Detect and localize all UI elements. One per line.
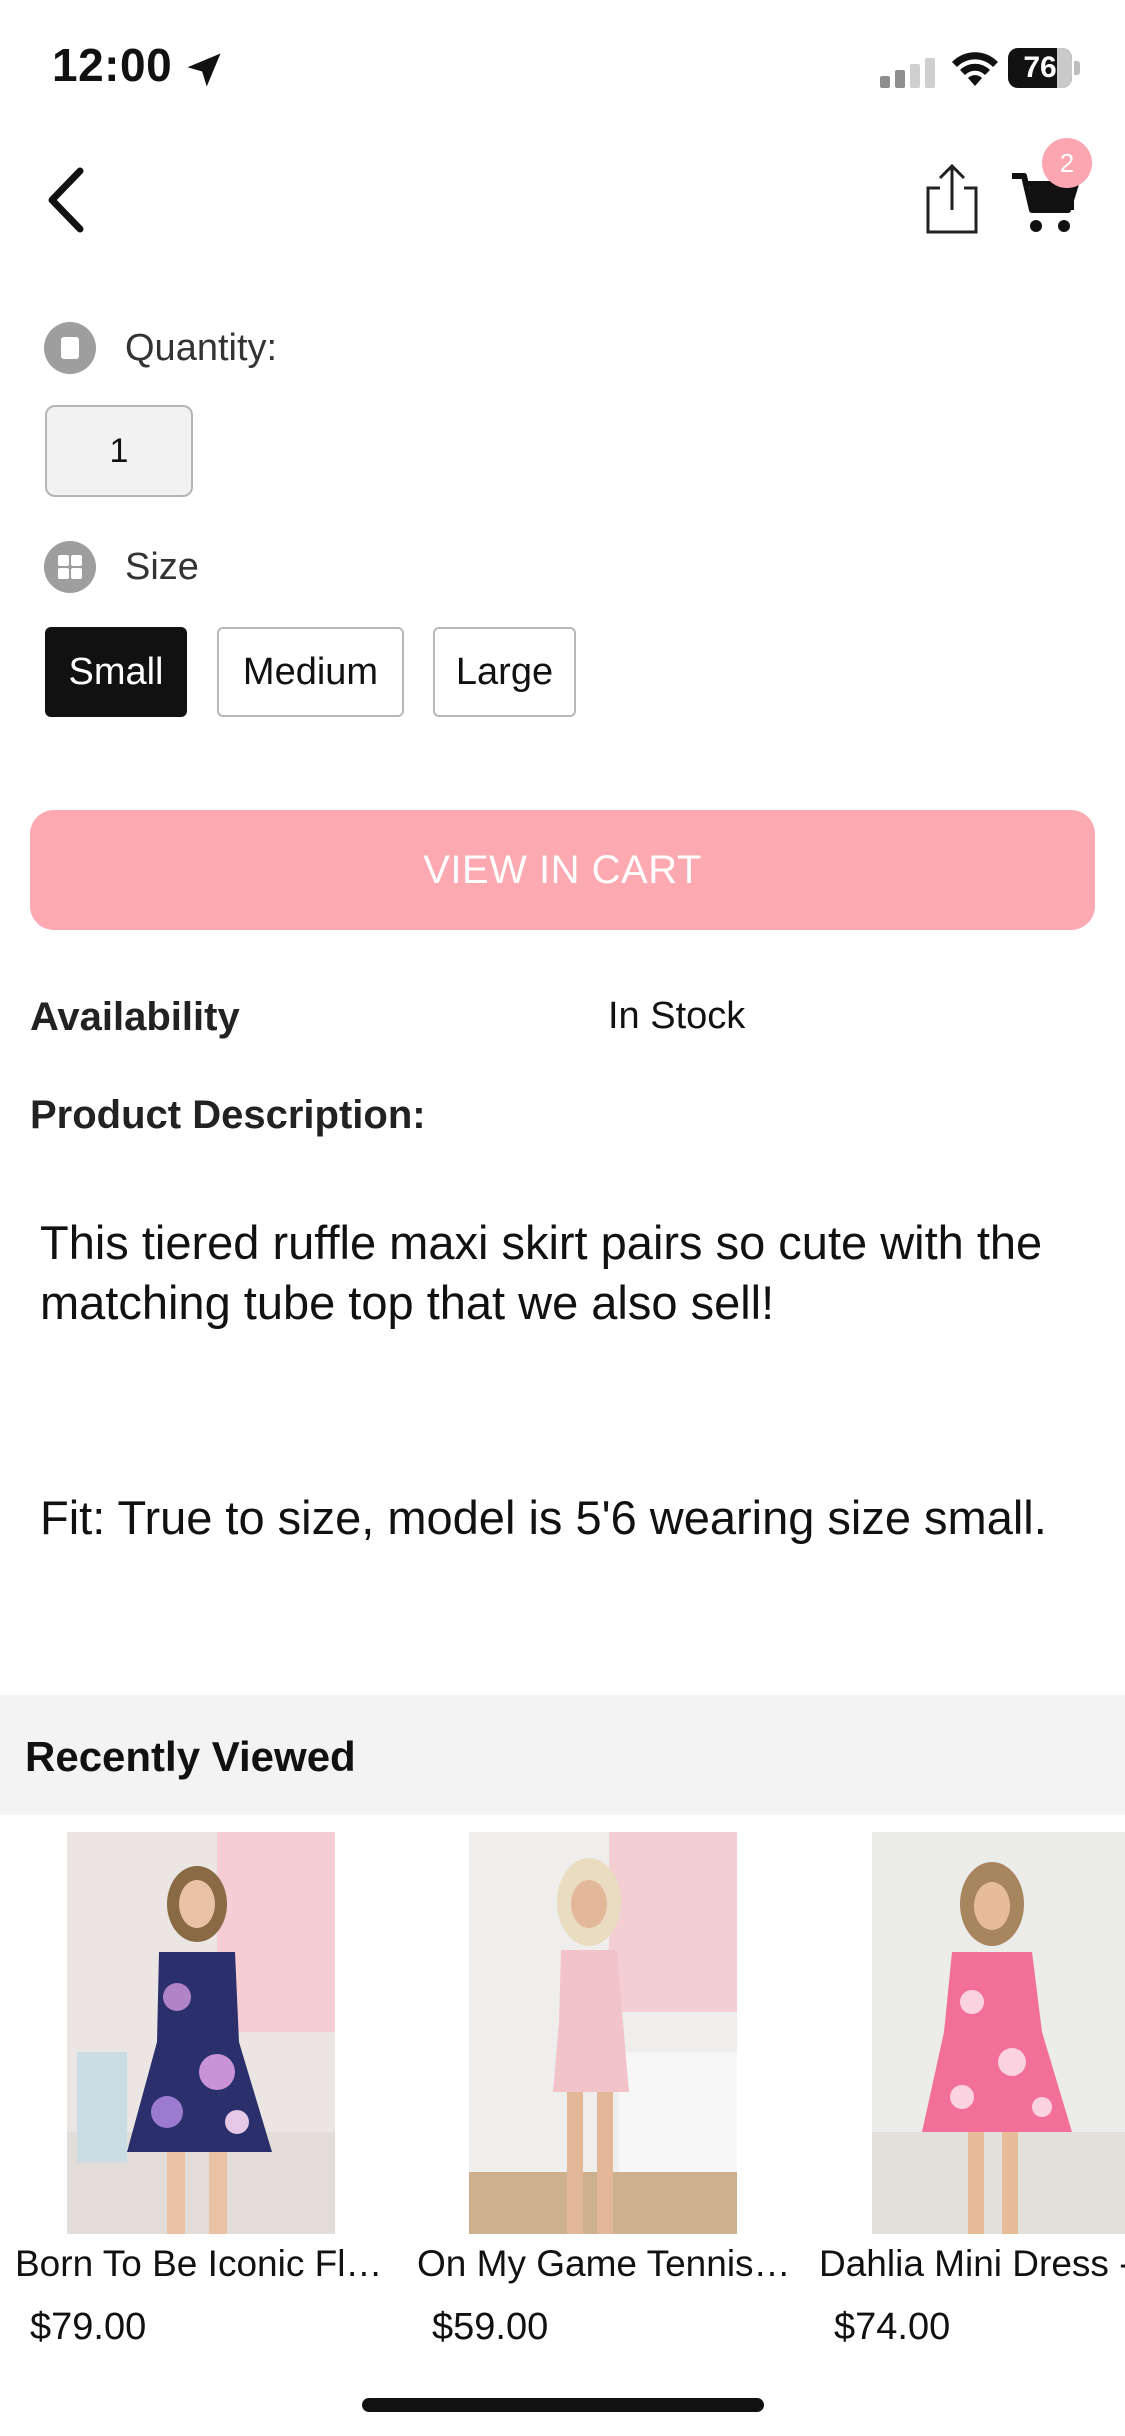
view-in-cart-button[interactable]: VIEW IN CART — [30, 810, 1095, 930]
size-label: Size — [125, 546, 199, 588]
battery-percent: 76 — [1023, 51, 1057, 84]
quantity-icon — [44, 322, 96, 374]
back-button[interactable] — [36, 160, 96, 240]
description-paragraph: This tiered ruffle maxi skirt pairs so c… — [40, 1216, 1043, 1329]
location-arrow-icon — [187, 53, 221, 87]
home-indicator[interactable] — [362, 2398, 764, 2412]
product-description-title: Product Description: — [30, 1093, 426, 1137]
battery-indicator: 76 — [1008, 48, 1080, 88]
cart-count-badge: 2 — [1042, 138, 1092, 188]
product-price-2: $59.00 — [432, 2306, 549, 2348]
wifi-icon — [952, 52, 998, 86]
product-name-2[interactable]: On My Game Tennis… — [417, 2243, 787, 2285]
product-image-1[interactable] — [67, 1832, 335, 2234]
product-price-1: $79.00 — [30, 2306, 147, 2348]
recently-viewed-title: Recently Viewed — [25, 1733, 356, 1780]
status-time: 12:00 — [52, 39, 173, 91]
size-option-large[interactable]: Large — [433, 627, 576, 717]
product-image-3[interactable] — [872, 1832, 1125, 2234]
size-option-medium[interactable]: Medium — [217, 627, 404, 717]
availability-label: Availability — [30, 995, 240, 1039]
product-price-3: $74.00 — [834, 2306, 951, 2348]
product-image-2[interactable] — [469, 1832, 737, 2234]
size-option-small[interactable]: Small — [45, 627, 187, 717]
availability-value: In Stock — [608, 995, 746, 1037]
size-grid-icon — [44, 541, 96, 593]
product-name-1[interactable]: Born To Be Iconic Fl… — [15, 2243, 385, 2285]
chevron-left-icon — [48, 167, 84, 233]
cellular-signal-icon — [880, 58, 935, 88]
quantity-label: Quantity: — [125, 327, 278, 369]
share-icon[interactable] — [920, 160, 984, 236]
quantity-input[interactable]: 1 — [45, 405, 193, 497]
description-fit-paragraph: Fit: True to size, model is 5'6 wearing … — [40, 1491, 1047, 1544]
product-name-3[interactable]: Dahlia Mini Dress - — [819, 2243, 1125, 2285]
